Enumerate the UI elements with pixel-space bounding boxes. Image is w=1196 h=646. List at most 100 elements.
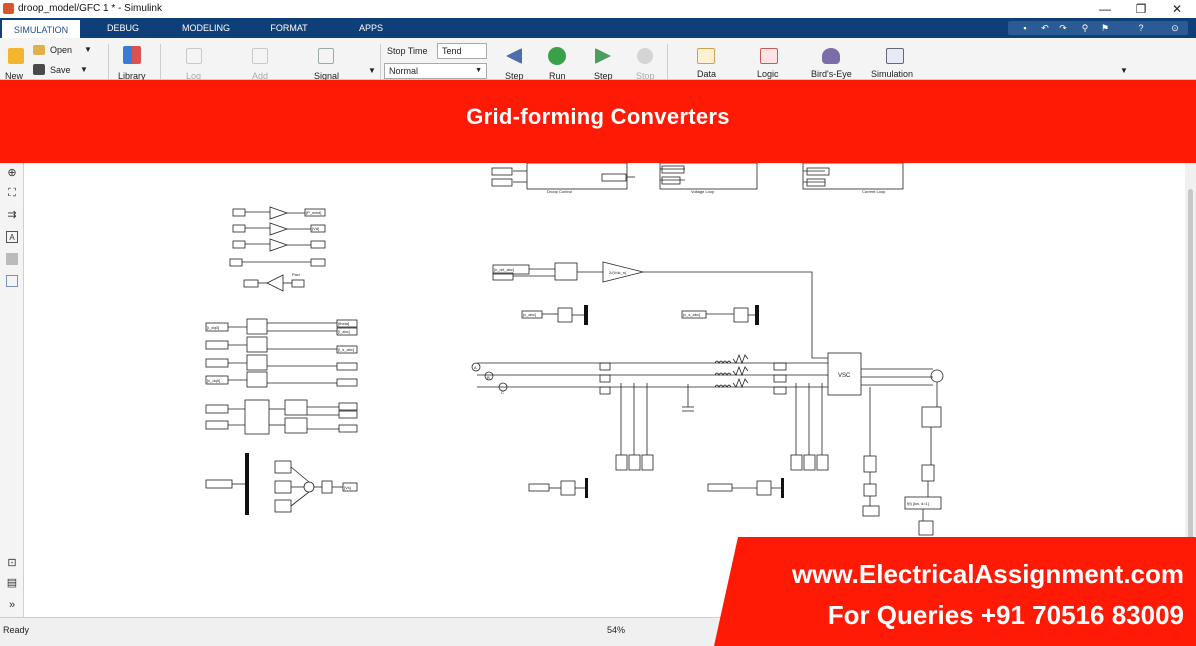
stop-icon[interactable] [637, 48, 653, 64]
banner-title: Grid-forming Converters [466, 104, 730, 129]
maximize-button[interactable]: ❐ [1126, 1, 1156, 17]
tag-u-ref-abc: [u_ref_abc] [494, 267, 514, 272]
mux-bar [245, 453, 249, 515]
open-folder-icon [33, 45, 45, 55]
filter-inductors [714, 353, 749, 389]
voltage-loop-block [659, 162, 758, 190]
image-icon[interactable] [6, 253, 18, 265]
new-icon[interactable] [8, 48, 24, 64]
tag-p-wind: [P_wind] [306, 210, 321, 215]
tag-v-abc: [v_abc] [523, 312, 536, 317]
settings-icon[interactable]: ⊙ [1168, 21, 1182, 35]
data-inspector-icon[interactable] [697, 48, 715, 64]
close-button[interactable]: ✕ [1162, 1, 1192, 17]
undo-icon[interactable]: ↶ [1038, 21, 1052, 35]
data-inspector-label[interactable]: Data [697, 69, 716, 79]
tag-theta: [theta] [338, 321, 349, 326]
property-inspector-icon[interactable]: ▤ [6, 577, 18, 589]
birds-eye-label[interactable]: Bird's-Eye [811, 69, 852, 79]
save-button[interactable]: Save [50, 65, 71, 75]
library-browser-icon[interactable] [123, 46, 141, 64]
annotation-icon[interactable]: A [6, 231, 18, 243]
simulink-app-icon [3, 3, 14, 14]
logic-analyzer-label[interactable]: Logic [757, 69, 779, 79]
tab-simulation[interactable]: SIMULATION [2, 18, 80, 38]
arrow-icon[interactable]: ⇉ [6, 209, 18, 221]
tag-v-s-abc: [v_s_abc] [683, 312, 700, 317]
open-button[interactable]: Open [50, 45, 72, 55]
redo-icon[interactable]: ↷ [1056, 21, 1070, 35]
step-forward-icon[interactable] [595, 48, 611, 64]
zoom-in-icon[interactable]: ⊕ [6, 167, 18, 179]
vsc-label: VSC [838, 373, 851, 379]
title-bar: droop_model/GFC 1 * - Simulink — ❐ ✕ [0, 0, 1196, 18]
run-icon[interactable] [548, 47, 566, 65]
mux-bar [585, 478, 588, 498]
integrator-label: Pacl [292, 272, 300, 277]
ribbon-tab-bar: SIMULATION DEBUG MODELING FORMAT APPS ▪ … [0, 18, 1196, 38]
tab-apps[interactable]: APPS [340, 18, 402, 38]
watermark-phone: For Queries +91 70516 83009 [827, 600, 1184, 630]
minimize-button[interactable]: — [1090, 1, 1120, 17]
save-disk-icon [33, 64, 45, 75]
source-label-a: A [474, 365, 477, 370]
simulation-manager-label[interactable]: Simulation [871, 69, 913, 79]
tab-modeling[interactable]: MODELING [170, 18, 242, 38]
community-icon[interactable]: ⚑ [1098, 21, 1112, 35]
watermark-website: www.ElectricalAssignment.com [791, 559, 1184, 589]
area-icon[interactable] [6, 275, 18, 287]
window-title: droop_model/GFC 1 * - Simulink [18, 3, 162, 14]
tag-vs: [Vs] [344, 485, 351, 490]
gain-label: 2/(Vdc_n) [609, 270, 627, 275]
tag-vd: [Vd] [312, 226, 319, 231]
simulation-manager-icon[interactable] [886, 48, 904, 64]
simulation-mode-select[interactable]: Normal ▼ [384, 63, 487, 79]
tab-format[interactable]: FORMAT [258, 18, 320, 38]
current-loop-label: Current Loop [862, 189, 886, 194]
divider [667, 44, 668, 80]
tag-i-s-abc: [i_s_abc] [338, 347, 354, 352]
simulation-mode-value: Normal [389, 66, 419, 76]
source-label-c: C [501, 390, 504, 395]
tag-i-dq0: [i_dq0] [207, 325, 219, 330]
voltage-loop-label: Voltage Loop [691, 189, 715, 194]
tag-v-dq0: [v_dq0] [207, 378, 220, 383]
stop-time-label: Stop Time [387, 46, 428, 56]
birds-eye-scope-icon[interactable] [822, 48, 840, 64]
search-icon[interactable]: ⚲ [1078, 21, 1092, 35]
parameter-block-label: f(t) [kw, d=1] [907, 501, 929, 506]
step-back-icon[interactable] [506, 48, 522, 64]
help-icon[interactable]: ? [1134, 21, 1148, 35]
signal-table-icon[interactable] [318, 48, 334, 64]
divider [380, 44, 381, 80]
screenshot-icon[interactable]: ⊡ [6, 557, 18, 569]
palette-toolbar: ⊕ ⛶ ⇉ A ⊡ ▤ » [0, 163, 24, 617]
stop-time-input[interactable]: Tend [437, 43, 487, 59]
droop-control-block [526, 162, 628, 190]
mux-bar [781, 478, 784, 498]
open-dropdown-icon[interactable]: ▼ [84, 45, 92, 54]
signal-dropdown-icon[interactable]: ▼ [368, 66, 376, 75]
log-signals-icon[interactable] [186, 48, 202, 64]
tab-debug[interactable]: DEBUG [90, 18, 156, 38]
demux-bar [584, 305, 588, 325]
logic-analyzer-icon[interactable] [760, 48, 778, 64]
promo-banner: Grid-forming Converters [0, 80, 1196, 163]
ribbon-toolstrip: New Open ▼ Save ▼ Library Log Add Signal… [0, 38, 1196, 81]
status-text: Ready [3, 625, 30, 635]
save-dropdown-icon[interactable]: ▼ [80, 65, 88, 74]
fit-to-view-icon[interactable]: ⛶ [6, 187, 18, 199]
scrollbar-thumb[interactable] [1188, 189, 1193, 579]
tag-i-abc: [i_abc] [338, 329, 350, 334]
chevron-down-icon: ▼ [475, 67, 482, 74]
add-viewer-icon[interactable] [252, 48, 268, 64]
demux-bar [755, 305, 759, 325]
divider [160, 44, 161, 80]
ribbon-expand-icon[interactable]: ▼ [1120, 66, 1128, 75]
source-label-b: B [487, 375, 490, 380]
save-icon[interactable]: ▪ [1018, 21, 1032, 35]
divider [108, 44, 109, 80]
expand-palette-icon[interactable]: » [6, 599, 18, 611]
zoom-level: 54% [607, 625, 626, 635]
current-loop-block [802, 162, 904, 190]
